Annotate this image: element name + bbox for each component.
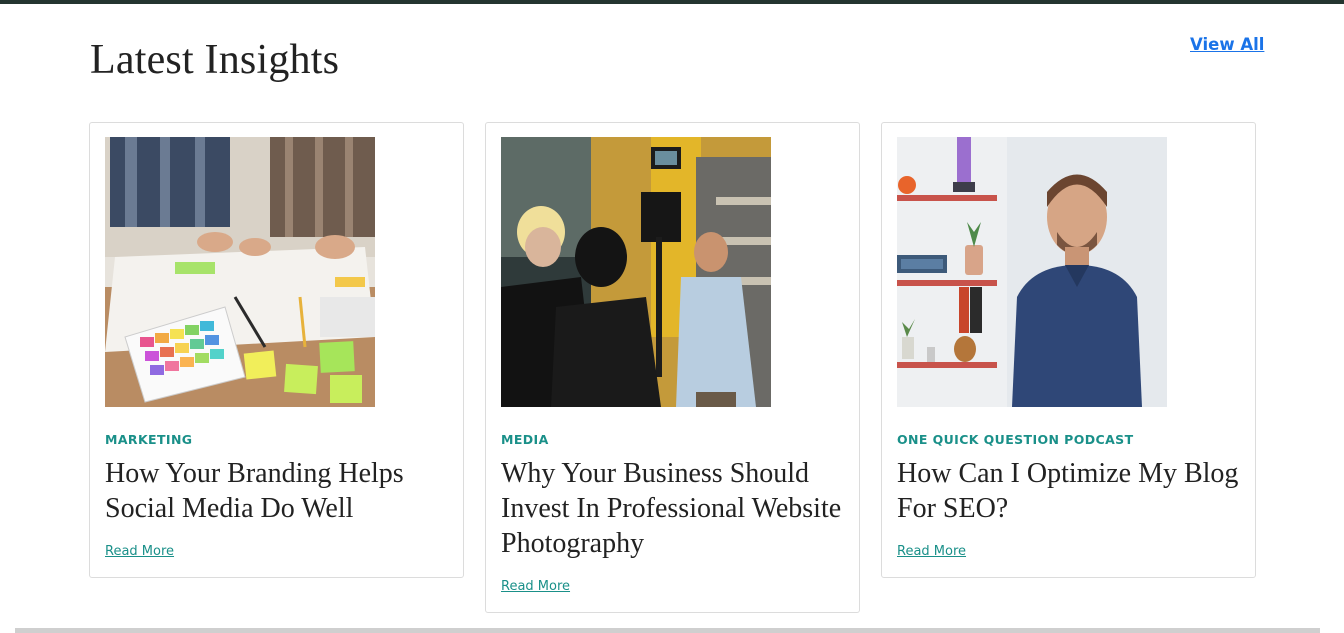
- post-thumbnail[interactable]: [501, 137, 771, 407]
- post-category: ONE QUICK QUESTION PODCAST: [897, 432, 1134, 447]
- post-card-marketing: MARKETING How Your Branding Helps Social…: [89, 122, 464, 578]
- post-card-media: MEDIA Why Your Business Should Invest In…: [485, 122, 860, 613]
- post-category: MEDIA: [501, 432, 549, 447]
- view-all-link[interactable]: View All: [1190, 35, 1264, 54]
- man-portrait-photo: [897, 137, 1167, 407]
- post-title[interactable]: How Can I Optimize My Blog For SEO?: [897, 456, 1242, 526]
- read-more-link[interactable]: Read More: [897, 544, 966, 559]
- read-more-link[interactable]: Read More: [105, 544, 174, 559]
- section-title: Latest Insights: [90, 37, 340, 83]
- team-planning-photo: [105, 137, 375, 407]
- top-border: [0, 0, 1344, 4]
- post-category: MARKETING: [105, 432, 193, 447]
- post-thumbnail[interactable]: [105, 137, 375, 407]
- post-card-podcast: ONE QUICK QUESTION PODCAST How Can I Opt…: [881, 122, 1256, 578]
- post-title[interactable]: How Your Branding Helps Social Media Do …: [105, 456, 450, 526]
- video-crew-photo: [501, 137, 771, 407]
- horizontal-scrollbar[interactable]: [15, 628, 1320, 633]
- read-more-link[interactable]: Read More: [501, 579, 570, 594]
- post-thumbnail[interactable]: [897, 137, 1167, 407]
- post-title[interactable]: Why Your Business Should Invest In Profe…: [501, 456, 846, 561]
